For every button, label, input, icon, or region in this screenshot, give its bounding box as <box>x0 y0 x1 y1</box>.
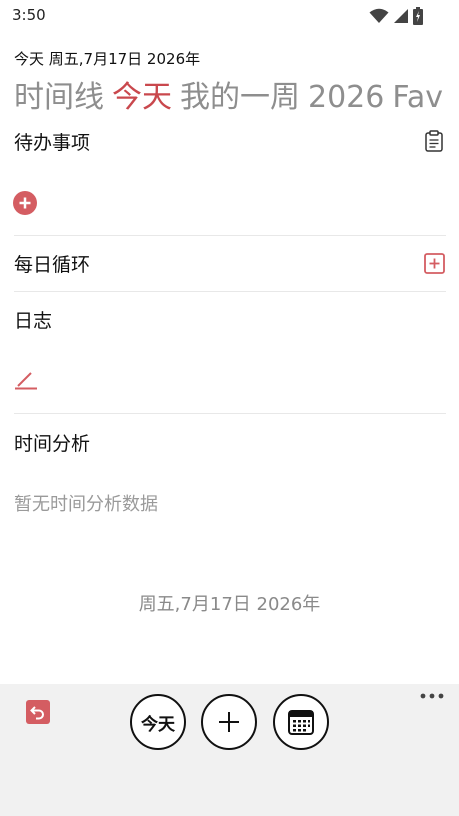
tab-fav[interactable]: Fav <box>392 80 443 115</box>
battery-icon <box>413 7 423 25</box>
signal-icon <box>394 9 408 23</box>
tab-my-week[interactable]: 我的一周 <box>180 80 300 115</box>
divider <box>14 235 446 236</box>
add-daily-icon[interactable] <box>424 253 445 274</box>
time-analysis-title: 时间分析 <box>14 433 91 455</box>
pencil-icon[interactable] <box>14 370 38 390</box>
divider <box>14 413 446 414</box>
today-button[interactable]: 今天 <box>130 694 186 750</box>
add-todo-button[interactable] <box>13 191 37 215</box>
today-button-label: 今天 <box>141 714 175 735</box>
journal-title: 日志 <box>14 310 53 332</box>
add-button[interactable] <box>201 694 257 750</box>
tab-timeline[interactable]: 时间线 <box>14 80 104 115</box>
status-icons <box>369 7 423 25</box>
tab-year[interactable]: 2026 <box>308 80 384 115</box>
more-icon[interactable] <box>420 692 444 700</box>
todo-title: 待办事项 <box>14 132 91 154</box>
date-line: 今天 周五,7月17日 2026年 <box>14 50 201 68</box>
wifi-icon <box>369 8 389 23</box>
tab-today[interactable]: 今天 <box>112 80 172 115</box>
status-time: 3:50 <box>12 6 46 24</box>
analysis-empty-text: 暂无时间分析数据 <box>14 494 158 515</box>
clipboard-icon[interactable] <box>424 130 444 152</box>
footer-date: 周五,7月17日 2026年 <box>138 594 321 615</box>
calendar-icon <box>288 710 314 735</box>
divider <box>14 291 446 292</box>
calendar-button[interactable] <box>273 694 329 750</box>
view-tabs: 时间线 今天 我的一周 2026 Fav <box>14 72 459 116</box>
status-bar: 3:50 <box>0 0 459 32</box>
undo-icon[interactable] <box>26 700 50 724</box>
plus-icon <box>219 712 239 732</box>
daily-loop-title: 每日循环 <box>14 254 91 276</box>
